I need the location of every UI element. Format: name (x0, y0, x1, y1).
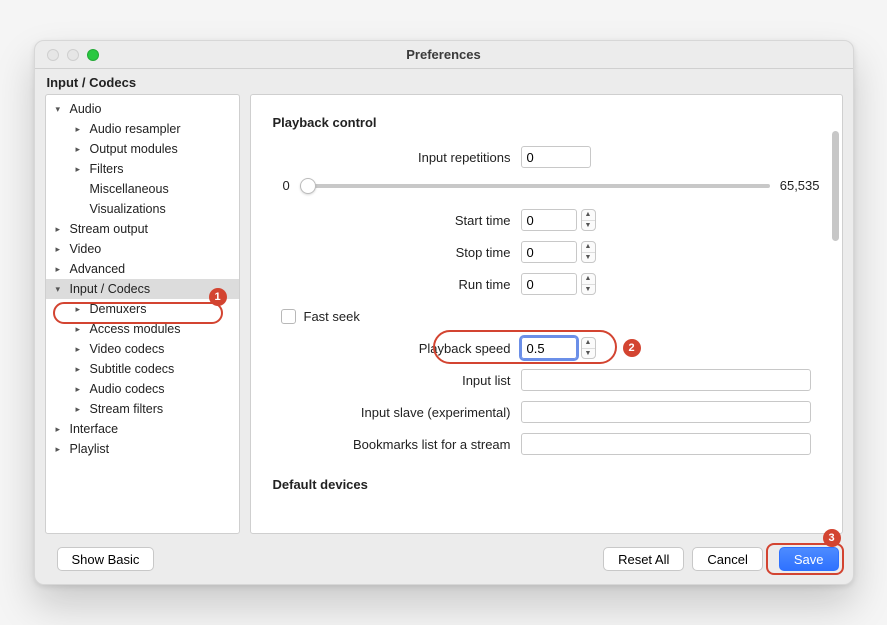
tree-item-label: Miscellaneous (90, 182, 169, 196)
run-time-label: Run time (273, 277, 521, 292)
tree-item[interactable]: ▾ Input / Codecs (46, 279, 239, 299)
chevron-right-icon: ▸ (76, 384, 86, 395)
fast-seek-checkbox[interactable] (281, 309, 296, 324)
stop-time-field[interactable] (521, 241, 577, 263)
preferences-window: Preferences Input / Codecs ▾ Audio ▸ Audio … (34, 40, 854, 585)
footer: Show Basic Reset All Cancel Save 3 (35, 534, 853, 584)
slider-thumb[interactable] (300, 178, 316, 194)
chevron-right-icon: ▸ (56, 264, 66, 275)
tree-item[interactable]: ▸ Interface (46, 419, 239, 439)
chevron-down-icon: ▾ (56, 284, 66, 295)
chevron-right-icon: ▸ (56, 444, 66, 455)
fast-seek-label: Fast seek (304, 309, 360, 324)
tree-item-label: Demuxers (90, 302, 147, 316)
playback-speed-label: Playback speed (273, 341, 521, 356)
chevron-right-icon: ▸ (56, 424, 66, 435)
bookmarks-field[interactable] (521, 433, 811, 455)
tree-item[interactable]: ▸ Subtitle codecs (46, 359, 239, 379)
chevron-right-icon: ▸ (56, 244, 66, 255)
stop-time-label: Stop time (273, 245, 521, 260)
settings-panel: Playback control Input repetitions 0 65,… (250, 94, 843, 534)
input-repetitions-label: Input repetitions (273, 150, 521, 165)
tree-item-label: Video codecs (90, 342, 165, 356)
start-time-label: Start time (273, 213, 521, 228)
bookmarks-label: Bookmarks list for a stream (273, 437, 521, 452)
slider-min-label: 0 (283, 178, 290, 193)
annotation-badge-2: 2 (623, 339, 641, 357)
tree-item-label: Advanced (70, 262, 126, 276)
tree-item[interactable]: ▸ Video (46, 239, 239, 259)
tree-item[interactable]: ▸ Output modules (46, 139, 239, 159)
chevron-right-icon: ▸ (76, 364, 86, 375)
cancel-button[interactable]: Cancel (692, 547, 762, 571)
input-slave-label: Input slave (experimental) (273, 405, 521, 420)
tree-item-label: Input / Codecs (70, 282, 151, 296)
tree-item-label: Audio resampler (90, 122, 181, 136)
chevron-right-icon: ▸ (56, 224, 66, 235)
tree-item-label: Audio (70, 102, 102, 116)
input-repetitions-field[interactable] (521, 146, 591, 168)
run-time-field[interactable] (521, 273, 577, 295)
slider-max-label: 65,535 (780, 178, 820, 193)
tree-item-label: Playlist (70, 442, 110, 456)
start-time-field[interactable] (521, 209, 577, 231)
titlebar: Preferences (35, 41, 853, 69)
tree-item-label: Stream output (70, 222, 149, 236)
chevron-right-icon: ▸ (76, 404, 86, 415)
tree-item-label: Interface (70, 422, 119, 436)
tree-item[interactable]: ▸ Video codecs (46, 339, 239, 359)
start-time-stepper[interactable]: ▲▼ (581, 209, 596, 231)
group-default-devices: Default devices (273, 477, 820, 492)
run-time-stepper[interactable]: ▲▼ (581, 273, 596, 295)
playback-speed-field[interactable] (521, 337, 577, 359)
chevron-down-icon: ▾ (56, 104, 66, 115)
chevron-right-icon: ▸ (76, 304, 86, 315)
input-list-field[interactable] (521, 369, 811, 391)
tree-item-label: Audio codecs (90, 382, 165, 396)
tree-item[interactable]: ▸ Demuxers (46, 299, 239, 319)
group-playback-control: Playback control (273, 115, 820, 130)
tree-item[interactable]: ▾ Audio (46, 99, 239, 119)
input-list-label: Input list (273, 373, 521, 388)
tree-item-label: Video (70, 242, 102, 256)
section-header: Input / Codecs (35, 69, 853, 94)
playback-speed-stepper[interactable]: ▲▼ (581, 337, 596, 359)
chevron-right-icon: ▸ (76, 344, 86, 355)
tree-item[interactable]: ▸ Advanced (46, 259, 239, 279)
show-basic-button[interactable]: Show Basic (57, 547, 155, 571)
reset-all-button[interactable]: Reset All (603, 547, 684, 571)
tree-item[interactable]: Miscellaneous (46, 179, 239, 199)
input-slave-field[interactable] (521, 401, 811, 423)
tree-item[interactable]: ▸ Stream filters (46, 399, 239, 419)
stop-time-stepper[interactable]: ▲▼ (581, 241, 596, 263)
tree-item[interactable]: ▸ Audio codecs (46, 379, 239, 399)
chevron-right-icon: ▸ (76, 164, 86, 175)
tree-item[interactable]: Visualizations (46, 199, 239, 219)
tree-item-label: Access modules (90, 322, 181, 336)
chevron-right-icon: ▸ (76, 144, 86, 155)
tree-item-label: Filters (90, 162, 124, 176)
tree-item[interactable]: ▸ Playlist (46, 439, 239, 459)
chevron-right-icon: ▸ (76, 124, 86, 135)
input-repetitions-slider[interactable] (300, 184, 770, 188)
window-title: Preferences (35, 47, 853, 62)
tree-item-label: Output modules (90, 142, 178, 156)
scrollbar-thumb[interactable] (832, 131, 839, 241)
tree-item[interactable]: ▸ Audio resampler (46, 119, 239, 139)
tree-item-label: Stream filters (90, 402, 164, 416)
tree-item[interactable]: ▸ Filters (46, 159, 239, 179)
tree-item-label: Visualizations (90, 202, 166, 216)
tree-item[interactable]: ▸ Access modules (46, 319, 239, 339)
save-button[interactable]: Save (779, 547, 839, 571)
tree-item-label: Subtitle codecs (90, 362, 175, 376)
tree-item[interactable]: ▸ Stream output (46, 219, 239, 239)
category-tree[interactable]: ▾ Audio ▸ Audio resampler ▸ Output modules ▸ Fi… (45, 94, 240, 534)
chevron-right-icon: ▸ (76, 324, 86, 335)
